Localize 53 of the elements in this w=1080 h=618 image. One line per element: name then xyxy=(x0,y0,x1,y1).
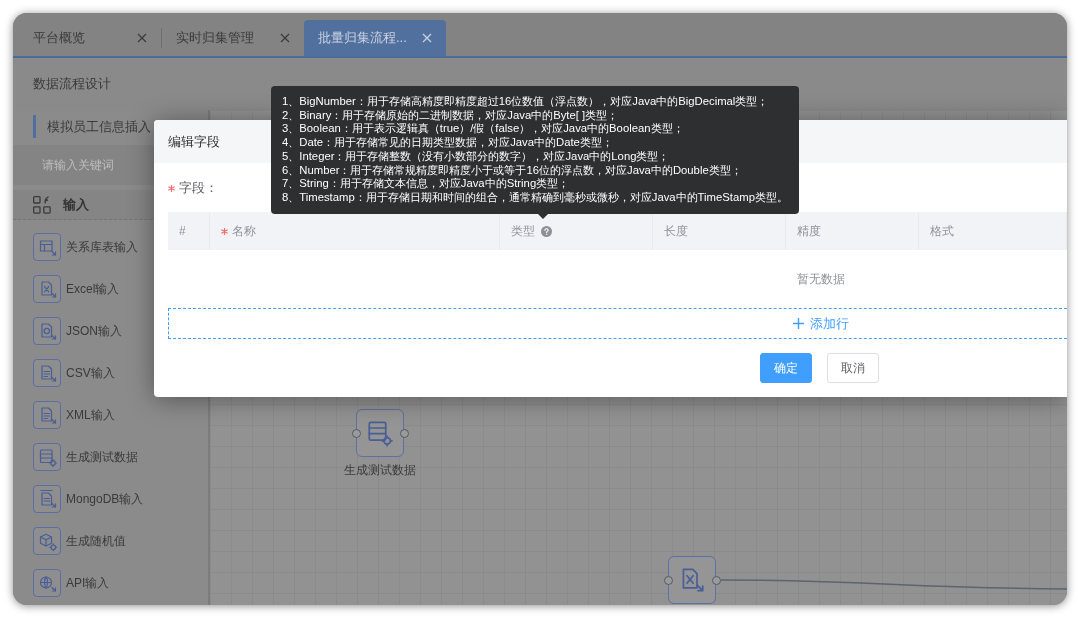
add-row-button[interactable]: 添加行 xyxy=(168,308,1067,339)
connection-port-icon[interactable] xyxy=(399,428,409,438)
cancel-button[interactable]: 取消 xyxy=(827,353,879,383)
close-icon[interactable] xyxy=(280,33,290,43)
tooltip-line: 5、Integer：用于存储整数（没有小数部分的数字），对应Java中的Long类型； xyxy=(282,149,671,164)
close-icon[interactable] xyxy=(137,33,147,43)
page-title: 数据流程设计 xyxy=(33,75,111,94)
help-icon[interactable] xyxy=(541,225,552,237)
flow-name: 模拟员工信息插入 xyxy=(47,117,151,136)
list-gear-icon xyxy=(33,443,61,471)
cube-gear-icon xyxy=(33,527,61,555)
flow-node[interactable] xyxy=(668,556,716,604)
palette-item[interactable]: JSON输入 xyxy=(33,310,122,352)
tab[interactable]: 平台概览 xyxy=(19,20,161,56)
document-lines-icon xyxy=(33,359,61,387)
column-header: 名称 xyxy=(232,223,256,240)
list-gear-icon xyxy=(365,418,395,448)
palette-item[interactable]: Excel输入 xyxy=(33,268,120,310)
tooltip-line: 6、Number：用于存储常规精度即精度小于或等于16位的浮点数，对应Java中的Double类型； xyxy=(282,163,743,178)
document-x-icon xyxy=(33,275,61,303)
section-title: 输入 xyxy=(63,195,89,214)
column-header: 类型 xyxy=(511,223,535,240)
grid-icon xyxy=(33,195,51,214)
palette-item[interactable]: 生成测试数据 xyxy=(33,436,138,478)
palette-item[interactable]: MongoDB输入 xyxy=(33,478,144,520)
palette-item[interactable]: XML输入 xyxy=(33,394,115,436)
empty-text: 暂无数据 xyxy=(797,271,845,288)
column-header: 精度 xyxy=(797,223,821,240)
palette-item[interactable]: 关系库表输入 xyxy=(33,226,138,268)
connection-port-icon[interactable] xyxy=(663,575,673,585)
tooltip-line: 1、BigNumber：用于存储高精度即精度超过16位数值（浮点数），对应Java中的BigDecimal类型； xyxy=(282,95,770,109)
palette-item[interactable]: API输入 xyxy=(33,562,110,604)
accent-bar-icon xyxy=(33,115,36,138)
palette-item[interactable]: 生成随机值 xyxy=(33,520,126,562)
node-label: 生成测试数据 xyxy=(344,462,416,479)
connection-port-icon[interactable] xyxy=(351,428,361,438)
plus-icon xyxy=(793,318,804,329)
tooltip-line: 7、String：用于存储文本信息，对应Java中的String类型； xyxy=(282,177,571,191)
tooltip-line: 8、Timestamp：用于存储日期和时间的组合，通常精确到毫秒或微秒，对应Java中的TimeStamp类型。 xyxy=(282,190,788,205)
document-lines-icon xyxy=(33,485,61,513)
flow-node[interactable] xyxy=(356,409,404,457)
document-lines-icon xyxy=(33,401,61,429)
palette-item[interactable]: CSV输入 xyxy=(33,352,115,394)
confirm-button[interactable]: 确定 xyxy=(760,353,812,383)
tab[interactable]: 批量归集流程... xyxy=(304,20,446,56)
column-header: 长度 xyxy=(664,223,688,240)
tab[interactable]: 实时归集管理 xyxy=(162,20,304,56)
tooltip-line: 3、Boolean：用于表示逻辑真（true）/假（false），对应Java中的Boolean类型； xyxy=(282,122,685,137)
tooltip-line: 2、Binary：用于存储原始的二进制数据，对应Java中的Byte[ ]类型； xyxy=(282,108,620,123)
connection-port-icon[interactable] xyxy=(711,575,721,585)
column-header: 格式 xyxy=(930,223,954,240)
column-header: # xyxy=(179,223,186,240)
tooltip-line: 4、Date：用于存储常见的日期类型数据，对应Java中的Date类型； xyxy=(282,136,614,150)
